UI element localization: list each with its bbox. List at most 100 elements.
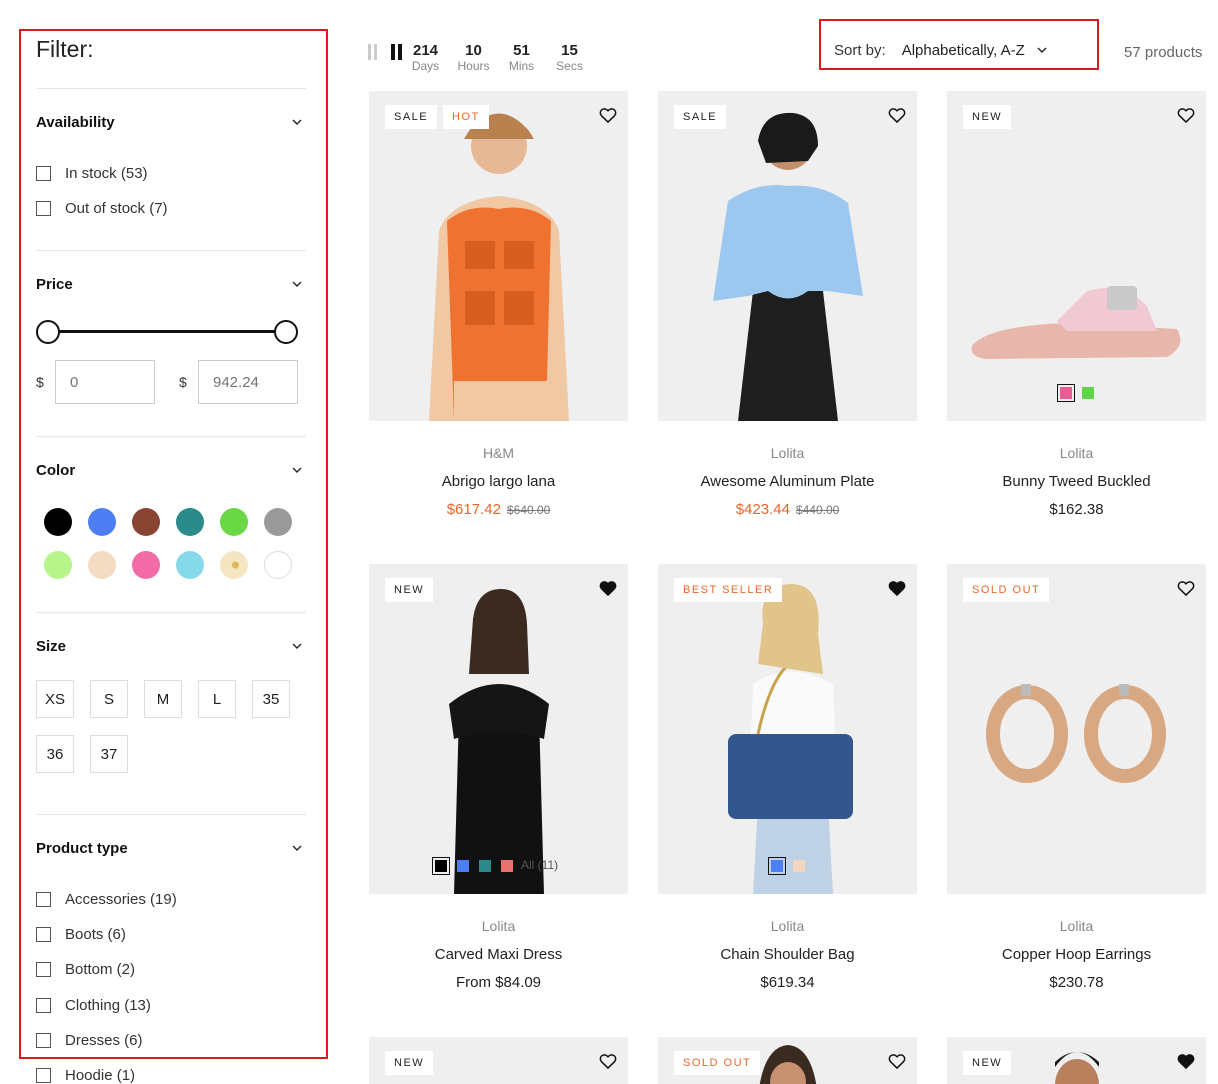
wishlist-heart-icon[interactable] [598, 1051, 618, 1071]
wishlist-heart-icon[interactable] [1176, 1051, 1196, 1071]
size-label: Size [36, 637, 67, 655]
product-color-swatch[interactable] [501, 860, 513, 872]
size-option-s[interactable]: S [90, 680, 128, 718]
color-swatch[interactable] [132, 551, 160, 579]
color-swatch[interactable] [88, 551, 116, 579]
product-color-swatch[interactable] [768, 857, 786, 875]
product-image[interactable] [658, 564, 917, 894]
countdown-unit: 10 Hours [451, 37, 496, 81]
product-type-bottom[interactable]: Bottom (2) [36, 959, 135, 979]
more-colors-label[interactable]: All (11) [521, 858, 558, 872]
compare-at-price: $640.00 [506, 503, 551, 517]
price-label: Price [36, 275, 73, 293]
product-name[interactable]: Copper Hoop Earrings [947, 946, 1206, 963]
wishlist-heart-icon[interactable] [1176, 578, 1196, 598]
option-label: In stock (53) [65, 164, 148, 182]
product-image[interactable] [369, 564, 628, 894]
product-color-swatch[interactable] [793, 860, 805, 872]
product-type-accessories[interactable]: Accessories (19) [36, 889, 177, 909]
color-swatch[interactable] [264, 551, 292, 579]
color-swatch[interactable] [132, 508, 160, 536]
product-price: From $84.09 [369, 974, 628, 991]
size-option-xs[interactable]: XS [36, 680, 75, 718]
product-badge: SALE [385, 105, 438, 129]
color-swatch[interactable] [176, 551, 204, 579]
checkbox[interactable] [36, 1032, 51, 1048]
checkbox[interactable] [36, 1067, 51, 1083]
grid-2-columns-icon[interactable] [368, 44, 377, 60]
product-color-swatch[interactable] [457, 860, 469, 872]
sale-countdown: 214 Days 10 Hours 51 Mins 15 Secs [403, 37, 592, 81]
size-option-37[interactable]: 37 [90, 735, 128, 773]
wishlist-heart-icon[interactable] [887, 105, 907, 125]
product-image[interactable] [658, 91, 917, 421]
checkbox[interactable] [36, 997, 51, 1013]
color-swatch[interactable] [44, 508, 72, 536]
product-vendor: Lolita [770, 445, 805, 461]
price-min-input[interactable] [55, 360, 155, 404]
wishlist-heart-icon[interactable] [598, 578, 618, 598]
product-type-boots[interactable]: Boots (6) [36, 924, 126, 944]
color-swatch[interactable] [176, 508, 204, 536]
color-swatch[interactable] [264, 508, 292, 536]
chevron-down-icon [292, 279, 302, 289]
price-slider-max-handle[interactable] [274, 320, 298, 344]
product-vendor: Lolita [1059, 445, 1094, 461]
product-color-swatch[interactable] [1082, 387, 1094, 399]
color-swatch[interactable] [220, 508, 248, 536]
checkbox[interactable] [36, 200, 51, 216]
product-name[interactable]: Carved Maxi Dress [369, 946, 628, 963]
product-image[interactable] [947, 564, 1206, 894]
product-name[interactable]: Chain Shoulder Bag [658, 946, 917, 963]
color-swatch[interactable] [44, 551, 72, 579]
price-toggle[interactable]: Price [36, 272, 306, 296]
wishlist-heart-icon[interactable] [1176, 105, 1196, 125]
product-type-clothing[interactable]: Clothing (13) [36, 995, 151, 1015]
product-price: $617.42 $640.00 [369, 501, 628, 518]
product-price: $230.78 [947, 974, 1206, 991]
size-toggle[interactable]: Size [36, 634, 306, 658]
product-type-toggle[interactable]: Product type [36, 836, 306, 860]
availability-out-of-stock[interactable]: Out of stock (7) [36, 198, 168, 218]
size-option-36[interactable]: 36 [36, 735, 74, 773]
price-slider-min-handle[interactable] [36, 320, 60, 344]
option-label: Bottom (2) [65, 960, 136, 978]
size-option-l[interactable]: L [198, 680, 236, 718]
product-type-hoodie[interactable]: Hoodie (1) [36, 1065, 135, 1084]
checkbox[interactable] [36, 891, 51, 907]
color-swatch[interactable] [88, 508, 116, 536]
wishlist-heart-icon[interactable] [887, 1051, 907, 1071]
checkbox[interactable] [36, 961, 51, 977]
product-type-label: Product type [36, 839, 128, 857]
color-toggle[interactable]: Color [36, 458, 306, 482]
size-option-m[interactable]: M [144, 680, 182, 718]
size-option-35[interactable]: 35 [252, 680, 290, 718]
product-color-swatch[interactable] [1057, 384, 1075, 402]
product-name[interactable]: Awesome Aluminum Plate [658, 473, 917, 490]
price-slider-track[interactable] [48, 330, 286, 333]
product-image[interactable] [947, 91, 1206, 421]
price-max-input[interactable] [198, 360, 298, 404]
wishlist-heart-icon[interactable] [887, 578, 907, 598]
product-color-swatch[interactable] [479, 860, 491, 872]
product-color-swatch[interactable] [432, 857, 450, 875]
product-image[interactable] [369, 91, 628, 421]
availability-toggle[interactable]: Availability [36, 110, 306, 134]
sort-dropdown[interactable]: Sort by: Alphabetically, A-Z [834, 42, 1047, 59]
product-name[interactable]: Bunny Tweed Buckled [947, 473, 1206, 490]
countdown-unit-label: Secs [556, 59, 583, 73]
divider [36, 250, 306, 251]
sort-value: Alphabetically, A-Z [901, 42, 1025, 59]
option-label: Out of stock (7) [65, 199, 168, 217]
color-swatch[interactable] [220, 551, 248, 579]
divider [36, 88, 306, 89]
product-type-dresses[interactable]: Dresses (6) [36, 1030, 143, 1050]
countdown-unit-label: Days [411, 59, 440, 73]
wishlist-heart-icon[interactable] [598, 105, 618, 125]
checkbox[interactable] [36, 165, 51, 181]
availability-in-stock[interactable]: In stock (53) [36, 163, 148, 183]
checkbox[interactable] [36, 926, 51, 942]
product-name[interactable]: Abrigo largo lana [369, 473, 628, 490]
countdown-value: 15 [561, 42, 578, 59]
product-badge: SALE [674, 105, 727, 129]
